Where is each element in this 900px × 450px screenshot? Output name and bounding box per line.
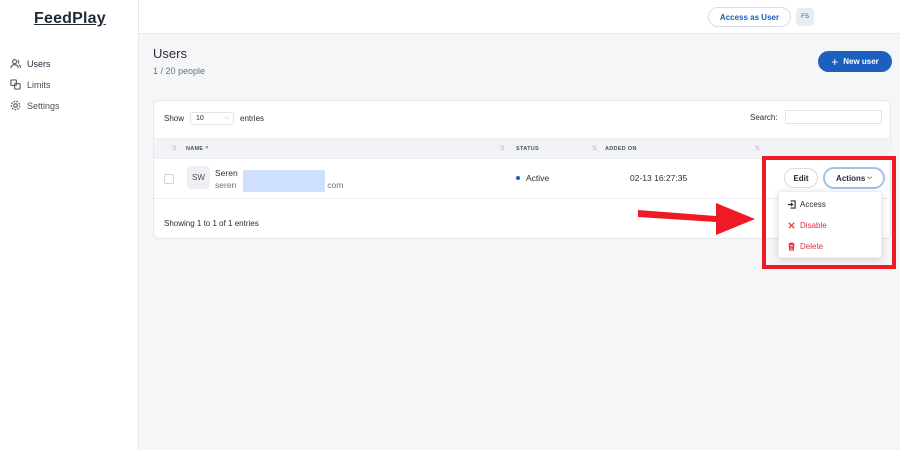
sort-icon[interactable]: ⇅ [172,145,177,152]
search-label: Search: [750,113,778,122]
plus-icon: + [831,54,839,69]
sort-icon[interactable]: ⇅ [755,145,760,152]
table-header: ⇅ NAME ^ ⇅ STATUS ⇅ ADDED ON ⇅ [154,138,892,159]
menu-item-disable[interactable]: Disable [787,221,827,230]
access-as-user-button[interactable]: Access as User [708,7,791,27]
column-header-label: NAME [186,146,204,152]
user-email-prefix: seren [215,180,237,190]
menu-item-label: Delete [800,242,824,251]
status-label: Active [526,173,550,183]
entries-label: entries [240,114,265,123]
edit-button[interactable]: Edit [784,168,818,188]
user-name: Seren [215,168,238,178]
column-header-status[interactable]: STATUS [516,146,539,152]
user-avatar[interactable]: FS [796,8,814,26]
chevron-down-icon: ⌵ [867,174,872,181]
menu-item-delete[interactable]: Delete [787,242,823,251]
limits-icon [10,79,21,90]
new-user-button[interactable]: + New user [818,51,892,72]
sort-icon[interactable]: ⇅ [592,145,597,152]
column-header-name[interactable]: NAME ^ [186,146,209,152]
login-icon [787,200,796,209]
close-icon [788,222,795,229]
sidebar: FeedPlay Users Limits Settings [0,0,139,450]
table-info: Showing 1 to 1 of 1 entries [164,219,259,228]
brand-logo[interactable]: FeedPlay [34,10,106,28]
user-email-suffix: com [327,180,344,190]
show-label: Show [164,114,185,123]
page-title: Users [153,46,187,61]
sidebar-item-settings[interactable]: Settings [10,95,60,116]
page-size-control: Show 10 ⌵ entries [164,112,264,125]
annotation-arrow-icon [638,203,755,235]
trash-icon [788,242,795,251]
sidebar-item-label: Limits [27,79,51,90]
redaction-block [243,170,325,192]
status-badge: Active [516,173,549,183]
status-dot-icon [516,176,520,180]
actions-label: Actions [836,173,866,183]
actions-dropdown-menu: Access Disable Delete [778,191,882,258]
added-on-value: 02-13 16:27:35 [630,173,688,183]
menu-item-access[interactable]: Access [787,200,826,209]
sort-icon[interactable]: ⇅ [500,145,505,152]
page-size-value: 10 [196,115,204,122]
sidebar-item-limits[interactable]: Limits [10,74,60,95]
menu-item-label: Access [800,200,826,209]
column-header-added-on[interactable]: ADDED ON [605,146,637,152]
avatar: SW [187,166,210,189]
users-icon [10,59,21,69]
row-checkbox[interactable] [164,174,174,184]
search-input[interactable] [785,110,882,124]
page-subtitle: 1 / 20 people [153,66,206,76]
sidebar-item-users[interactable]: Users [10,53,60,74]
sidebar-item-label: Users [27,58,51,69]
sidebar-item-label: Settings [27,100,60,111]
new-user-label: New user [843,57,879,66]
page-size-select[interactable]: 10 ⌵ [190,112,235,125]
gear-icon [10,100,21,111]
actions-button[interactable]: Actions ⌵ [823,167,885,189]
chevron-down-icon: ⌵ [224,115,230,121]
menu-item-label: Disable [800,221,827,230]
sidebar-nav: Users Limits Settings [10,53,60,116]
